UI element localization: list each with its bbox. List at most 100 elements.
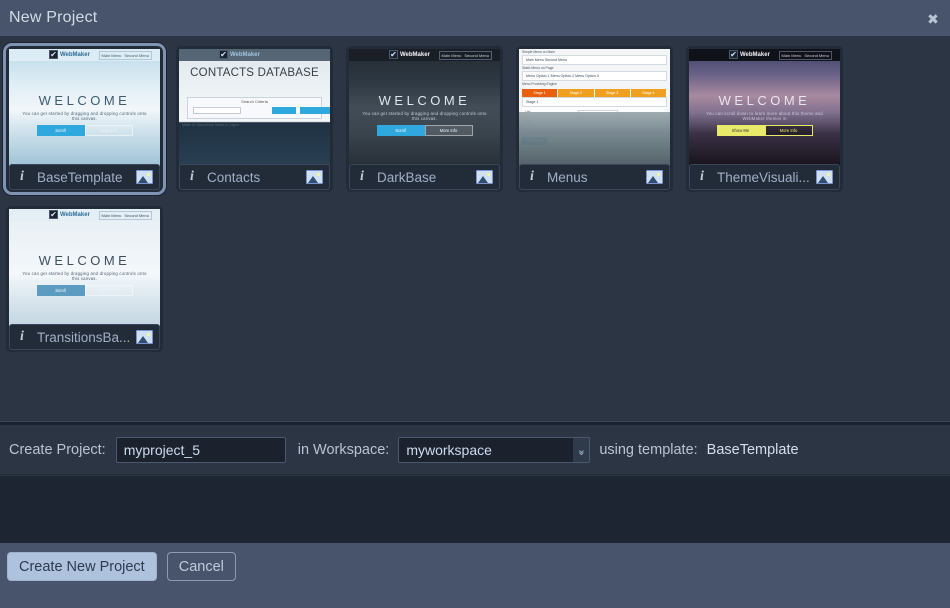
template-card-5[interactable]: ✔ WebMaker Main Menu Second Menu WELCOME You … <box>6 206 163 352</box>
thumb-topbar: ✔ WebMaker Main Menu Second Menu <box>349 49 500 61</box>
info-icon[interactable]: i <box>186 169 198 185</box>
checkbox-icon: ✔ <box>49 210 58 219</box>
thumb-logo: ✔ WebMaker <box>49 50 90 59</box>
template-card-label: TransitionsBa... <box>37 329 131 345</box>
thumb-primary-button: Show Me <box>716 125 765 136</box>
image-preview-icon[interactable] <box>646 170 663 184</box>
info-icon[interactable]: i <box>526 169 538 185</box>
thumb-subtext: You can scroll down to learn more about … <box>706 111 823 121</box>
project-name-input[interactable] <box>115 436 286 463</box>
thumb-label-wizard: Menu Providing Engine <box>522 82 558 86</box>
info-icon[interactable]: i <box>696 169 708 185</box>
thumb-wizard-tab[interactable]: Stage 4 <box>630 89 667 97</box>
image-preview-icon[interactable] <box>136 170 153 184</box>
checkbox-icon: ✔ <box>389 50 398 59</box>
thumb-subtext: You can get started by dragging and drop… <box>362 111 487 121</box>
thumb-topbar: ✔ WebMaker <box>179 49 330 61</box>
thumb-menu: Main Menu Second Menu <box>778 51 832 60</box>
thumb-search-button[interactable] <box>272 107 296 114</box>
thumb-menu-item: Main Menu <box>781 53 802 58</box>
dialog-footer: Create New Project Cancel <box>0 543 950 608</box>
template-gallery: ✔ WebMaker Main Menu Second Menu WELCOME You … <box>0 38 950 421</box>
thumb-headline: WELCOME <box>38 253 131 268</box>
thumb-create-contact-button[interactable] <box>300 107 330 114</box>
using-template-label: using template: <box>599 441 698 458</box>
thumb-menu-item: Main Menu <box>441 53 462 58</box>
info-icon[interactable]: i <box>16 329 28 345</box>
thumb-menu: Main Menu Second Menu <box>438 51 492 60</box>
template-card-label: DarkBase <box>377 169 437 185</box>
thumb-buttons: Scroll More Info <box>349 125 500 136</box>
template-thumbnail: ✔ WebMaker CONTACTS DATABASE Search Criteri… <box>179 49 330 166</box>
thumb-wizard-tab[interactable]: Stage 1 <box>522 89 559 97</box>
checkbox-icon: ✔ <box>219 50 228 59</box>
thumb-menu-item: Main Menu <box>101 53 122 58</box>
template-card-label: ThemeVisuali... <box>717 169 810 185</box>
image-preview-icon[interactable] <box>476 170 493 184</box>
thumb-headline: WELCOME <box>38 93 131 108</box>
template-card-footer: i ThemeVisuali... <box>689 164 840 190</box>
empty-panel <box>0 476 950 543</box>
thumb-hero: ✔ WebMaker Main Menu Second Menu WELCOME You … <box>9 209 160 326</box>
thumb-menu: Main Menu Second Menu <box>98 51 152 60</box>
thumb-logo-text: WebMaker <box>400 51 430 58</box>
create-project-label: Create Project: <box>9 441 106 458</box>
template-card-2[interactable]: ✔ WebMaker Main Menu Second Menu WELCOME You … <box>346 46 503 192</box>
template-card-4[interactable]: ✔ WebMaker Main Menu Second Menu WELCOME You … <box>686 46 843 192</box>
thumb-logo: ✔ WebMaker <box>389 50 430 59</box>
thumb-subtext: You can get started by dragging and drop… <box>22 271 147 281</box>
thumb-subtext: You can get started by dragging and drop… <box>22 111 147 121</box>
thumb-wizard-tab[interactable]: Stage 3 <box>594 89 631 97</box>
template-card-footer: i TransitionsBa... <box>9 324 160 350</box>
checkbox-icon: ✔ <box>49 50 58 59</box>
create-new-project-button[interactable]: Create New Project <box>7 552 157 581</box>
thumb-primary-button: Scroll <box>36 285 85 296</box>
template-thumbnail: ✔ WebMaker Main Menu Second Menu WELCOME You … <box>349 49 500 166</box>
thumb-primary-button: Scroll <box>376 125 425 136</box>
thumb-footnote: Made in Java Africa. Made in Lagos <box>182 123 239 127</box>
template-card-1[interactable]: ✔ WebMaker CONTACTS DATABASE Search Criteri… <box>176 46 333 192</box>
info-icon[interactable]: i <box>16 169 28 185</box>
thumb-simple-menu: Main Menu Second Menu <box>522 55 667 65</box>
image-preview-icon[interactable] <box>816 170 833 184</box>
info-icon[interactable]: i <box>356 169 368 185</box>
window-titlebar: New Project ✖ <box>0 0 950 37</box>
thumb-menu-item: Second Menu <box>464 53 489 58</box>
cancel-button[interactable]: Cancel <box>166 552 236 581</box>
template-thumbnail: Simple Menu on Main Main Menu Second Menu… <box>519 49 670 166</box>
thumb-headline: WELCOME <box>718 93 811 108</box>
workspace-label: in Workspace: <box>297 441 390 458</box>
thumb-secondary-button: More Info <box>84 125 133 136</box>
thumb-buttons: Scroll More Info <box>9 285 160 296</box>
template-card-label: Contacts <box>207 169 261 185</box>
thumb-menu-item: Second Menu <box>124 53 149 58</box>
thumb-hero: ✔ WebMaker Main Menu Second Menu WELCOME You … <box>689 49 840 166</box>
image-preview-icon[interactable] <box>136 330 153 344</box>
template-card-footer: i BaseTemplate <box>9 164 160 190</box>
page-title: New Project <box>9 9 98 26</box>
template-card-label: Menus <box>547 169 588 185</box>
close-icon[interactable]: ✖ <box>924 11 942 29</box>
thumb-menu: Main Menu Second Menu <box>98 211 152 220</box>
thumb-menu-item: Second Menu <box>804 53 829 58</box>
template-thumbnail: ✔ WebMaker Main Menu Second Menu WELCOME You … <box>689 49 840 166</box>
template-card-3[interactable]: Simple Menu on Main Main Menu Second Menu… <box>516 46 673 192</box>
template-card-0[interactable]: ✔ WebMaker Main Menu Second Menu WELCOME You … <box>6 46 163 192</box>
thumb-static-menu: Menu Option 1 Menu Option 2 Menu Option … <box>522 71 667 81</box>
checkbox-icon: ✔ <box>729 50 738 59</box>
thumb-secondary-button: More Info <box>84 285 133 296</box>
workspace-input[interactable] <box>398 436 574 463</box>
thumb-topbar: ✔ WebMaker Main Menu Second Menu <box>9 49 160 61</box>
thumb-search-panel: Search Criteria <box>187 97 330 119</box>
using-template-value: BaseTemplate <box>706 441 799 458</box>
image-preview-icon[interactable] <box>306 170 323 184</box>
thumb-panel-title: Search Criteria <box>241 99 268 104</box>
thumb-wizard-tab[interactable]: Stage 2 <box>558 89 595 97</box>
thumb-logo-text: WebMaker <box>60 211 90 218</box>
template-thumbnail: ✔ WebMaker Main Menu Second Menu WELCOME You … <box>9 49 160 166</box>
thumb-headline: CONTACTS DATABASE <box>190 67 319 79</box>
chevron-down-icon[interactable]: ⌄ ⌄ <box>573 436 591 463</box>
thumb-wizard-tabs: Stage 1 Stage 2 Stage 3 Stage 4 <box>522 89 667 97</box>
thumb-search-field[interactable] <box>193 107 241 114</box>
template-thumbnail: ✔ WebMaker Main Menu Second Menu WELCOME You … <box>9 209 160 326</box>
